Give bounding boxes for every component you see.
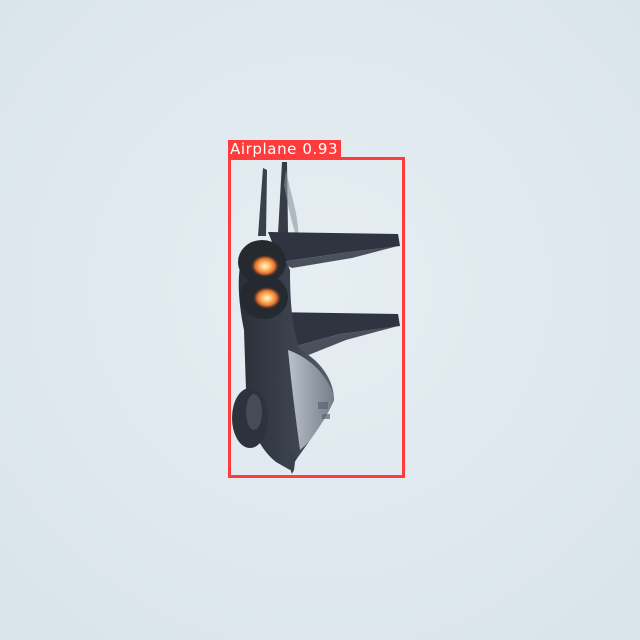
detection-label: Airplane 0.93	[228, 140, 342, 158]
photo-scene	[0, 0, 640, 640]
afterburner-flame-upper	[251, 255, 279, 277]
fuselage-marking	[318, 402, 328, 409]
fuselage-marking	[322, 414, 330, 419]
detection-confidence-text: 0.93	[302, 140, 339, 158]
detection-class-text: Airplane	[230, 140, 298, 158]
afterburner-flame-lower	[253, 287, 281, 309]
intake-pod-highlight	[246, 394, 262, 430]
